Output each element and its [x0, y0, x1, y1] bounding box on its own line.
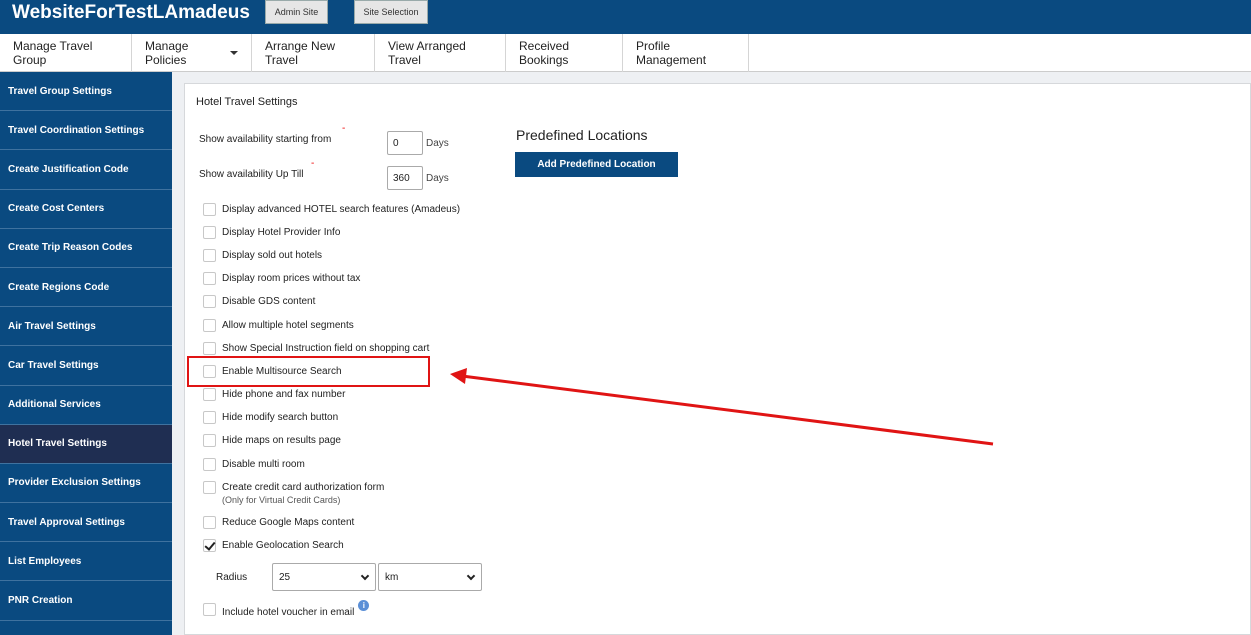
checkbox[interactable] — [203, 434, 216, 447]
availability-from-input[interactable]: 0 — [387, 131, 423, 155]
nav-manage-policies[interactable]: Manage Policies — [132, 34, 252, 72]
chevron-down-icon — [230, 51, 238, 55]
checkbox[interactable] — [203, 319, 216, 332]
nav-profile-management[interactable]: Profile Management — [623, 34, 749, 72]
chevron-down-icon — [360, 571, 370, 581]
main-nav: Manage Travel Group Manage Policies Arra… — [0, 34, 1251, 72]
checkbox[interactable] — [203, 342, 216, 355]
highlight-box — [187, 356, 430, 387]
checkbox[interactable] — [203, 481, 216, 494]
checkbox[interactable] — [203, 388, 216, 401]
option-reduce-google-maps[interactable]: Reduce Google Maps content — [203, 516, 354, 532]
top-bar: WebsiteForTestLAmadeus Admin Site Site S… — [0, 0, 1251, 34]
add-predefined-location-button[interactable]: Add Predefined Location — [515, 152, 678, 177]
nav-view-arranged-travel[interactable]: View Arranged Travel — [375, 34, 506, 72]
checkbox[interactable] — [203, 249, 216, 262]
required-mark: - — [311, 158, 315, 169]
sidebar-item-list-employees[interactable]: List Employees — [0, 542, 172, 582]
sidebar-item-additional-services[interactable]: Additional Services — [0, 386, 172, 425]
sidebar-item-pnr-creation[interactable]: PNR Creation — [0, 581, 172, 621]
checkbox[interactable] — [203, 226, 216, 239]
chevron-down-icon — [466, 571, 476, 581]
sidebar-item-hotel-travel-settings[interactable]: Hotel Travel Settings — [0, 424, 172, 464]
sidebar-item-create-cost-centers[interactable]: Create Cost Centers — [0, 190, 172, 229]
option-disable-multi-room[interactable]: Disable multi room — [203, 458, 305, 474]
radius-unit-select[interactable]: km — [378, 563, 482, 591]
predefined-locations-title: Predefined Locations — [516, 127, 648, 143]
sidebar-item-create-regions-code[interactable]: Create Regions Code — [0, 268, 172, 308]
checkbox[interactable] — [203, 516, 216, 529]
option-hotel-voucher-email[interactable]: Include hotel voucher in email i — [203, 600, 370, 619]
option-enable-geolocation-search[interactable]: Enable Geolocation Search — [203, 539, 344, 555]
checkbox[interactable] — [203, 203, 216, 216]
sidebar-item-travel-group-settings[interactable]: Travel Group Settings — [0, 72, 172, 112]
option-credit-card-auth-form[interactable]: Create credit card authorization form (On… — [203, 481, 384, 507]
option-hotel-provider-info[interactable]: Display Hotel Provider Info — [203, 226, 340, 242]
site-selection-button[interactable]: Site Selection — [354, 0, 428, 24]
option-sold-out-hotels[interactable]: Display sold out hotels — [203, 249, 322, 265]
nav-arrange-new-travel[interactable]: Arrange New Travel — [252, 34, 375, 72]
option-prices-without-tax[interactable]: Display room prices without tax — [203, 272, 360, 288]
info-icon[interactable]: i — [358, 600, 370, 611]
site-title[interactable]: WebsiteForTestLAmadeus — [12, 2, 250, 24]
availability-from-unit: Days — [426, 138, 449, 149]
checkbox[interactable] — [203, 272, 216, 285]
sidebar-item-provider-exclusion-settings[interactable]: Provider Exclusion Settings — [0, 464, 172, 504]
checkbox[interactable] — [203, 411, 216, 424]
option-disable-gds-content[interactable]: Disable GDS content — [203, 295, 315, 311]
sidebar-item-air-travel-settings[interactable]: Air Travel Settings — [0, 307, 172, 347]
availability-until-label: Show availability Up Till — [199, 169, 304, 180]
option-hide-modify-search[interactable]: Hide modify search button — [203, 411, 338, 427]
sidebar-item-create-trip-reason-codes[interactable]: Create Trip Reason Codes — [0, 229, 172, 268]
option-hide-phone-fax[interactable]: Hide phone and fax number — [203, 388, 345, 404]
checkbox[interactable] — [203, 603, 216, 616]
sidebar-item-travel-approval-settings[interactable]: Travel Approval Settings — [0, 503, 172, 543]
sidebar-item-car-travel-settings[interactable]: Car Travel Settings — [0, 346, 172, 386]
nav-received-bookings[interactable]: Received Bookings — [506, 34, 623, 72]
nav-manage-travel-group[interactable]: Manage Travel Group — [0, 34, 132, 72]
option-multiple-hotel-segments[interactable]: Allow multiple hotel segments — [203, 319, 354, 335]
sidebar-item-travel-coordination-settings[interactable]: Travel Coordination Settings — [0, 111, 172, 151]
checkbox[interactable] — [203, 539, 216, 552]
availability-from-label: Show availability starting from — [199, 134, 332, 145]
availability-until-input[interactable]: 360 — [387, 166, 423, 190]
checkbox[interactable] — [203, 458, 216, 471]
radius-value-select[interactable]: 25 — [272, 563, 376, 591]
sidebar: Travel Group Settings Travel Coordinatio… — [0, 72, 172, 635]
availability-until-unit: Days — [426, 173, 449, 184]
checkbox[interactable] — [203, 295, 216, 308]
admin-site-button[interactable]: Admin Site — [265, 0, 328, 24]
sidebar-item-create-justification-code[interactable]: Create Justification Code — [0, 150, 172, 190]
option-hide-maps[interactable]: Hide maps on results page — [203, 434, 341, 450]
required-mark: - — [342, 123, 346, 134]
option-advanced-hotel-search[interactable]: Display advanced HOTEL search features (… — [203, 203, 460, 219]
page-title: Hotel Travel Settings — [196, 96, 298, 108]
radius-label: Radius — [216, 572, 248, 583]
